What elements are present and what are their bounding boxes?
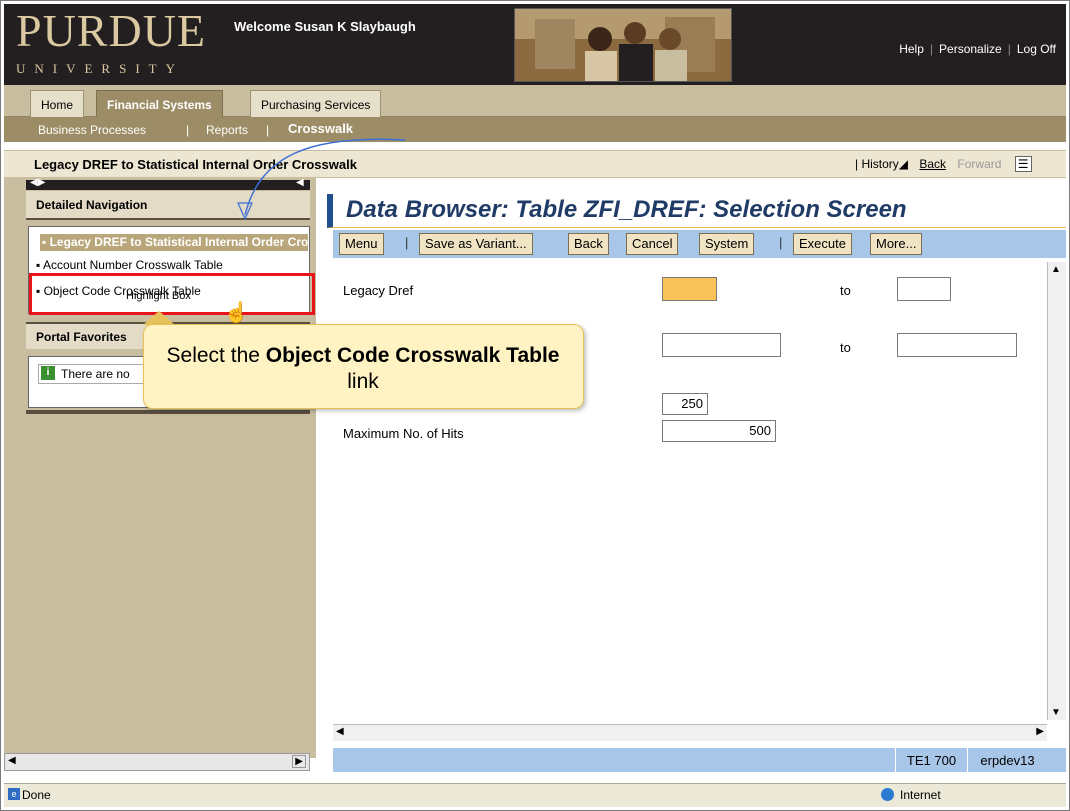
main-scroll-left-icon[interactable]: ◀ [336,726,344,737]
ie-page-icon: e [8,788,20,800]
welcome-message: Welcome Susan K Slaybaugh [234,19,416,34]
execute-button[interactable]: Execute [793,233,852,255]
page-menu-icon[interactable]: ☰ [1014,156,1032,172]
header-photo [514,8,732,82]
nav-item-account-number[interactable]: ▪ Account Number Crosswalk Table [36,258,223,272]
log-off-link[interactable]: Log Off [1017,42,1056,56]
more-button[interactable]: More... [870,233,923,255]
menu-button[interactable]: Menu [339,233,384,255]
scroll-left-icon[interactable]: ◀ [8,755,16,766]
info-icon: i [41,366,55,380]
left-pane-divider [26,410,310,414]
back-button[interactable]: Back [568,233,609,255]
browser-zone-text: Internet [900,788,941,802]
hand-cursor-icon: ☝ [224,302,249,324]
purdue-logo: PURDUE [16,5,207,56]
selection-screen-title: Data Browser: Table ZFI_DREF: Selection … [346,196,907,223]
legacy-dref-to-label: to [840,283,851,298]
system-button[interactable]: System [699,233,755,255]
scroll-down-icon[interactable]: ▼ [1051,707,1061,718]
main-horizontal-scrollbar[interactable]: ◀ ▶ [333,724,1047,741]
left-horizontal-scrollbar[interactable]: ◀ ▶ [4,753,310,771]
scroll-right-icon[interactable]: ▶ [292,755,306,768]
back-link[interactable]: Back [919,157,946,171]
sub-navigation: Business Processes | Reports | Crosswalk [4,117,1066,142]
width-of-output-input[interactable]: 250 [662,393,708,415]
legacy-dref-from-input[interactable] [662,277,717,301]
internet-zone-icon [881,788,894,801]
max-hits-label: Maximum No. of Hits [343,426,464,441]
connector-arrow [237,138,406,221]
main-vertical-scrollbar[interactable]: ▲ ▼ [1047,262,1066,720]
personalize-link[interactable]: Personalize [939,42,1002,56]
browser-status-text: Done [22,788,51,802]
second-field-from-input[interactable] [662,333,781,357]
subnav-business-processes[interactable]: Business Processes [38,123,146,137]
history-link[interactable]: History [861,157,898,171]
legacy-dref-label: Legacy Dref [343,283,414,298]
main-scroll-right-icon[interactable]: ▶ [1036,726,1044,737]
highlight-box-label: Highlight Box [126,290,191,302]
status-host: erpdev13 [967,748,1047,772]
tab-purchasing-services[interactable]: Purchasing Services [250,90,382,117]
forward-link[interactable]: Forward [957,157,1001,171]
tab-home[interactable]: Home [30,90,85,117]
help-link[interactable]: Help [899,42,924,56]
header-links: Help | Personalize | Log Off [899,42,1056,56]
max-hits-input[interactable]: 500 [662,420,776,442]
second-field-to-input[interactable] [897,333,1017,357]
second-field-to-label: to [840,340,851,355]
instruction-text: Select the Object Code Crosswalk Table l… [166,344,560,393]
save-as-variant-button[interactable]: Save as Variant... [419,233,533,255]
purdue-logo-subtitle: UNIVERSITY [16,61,184,76]
legacy-dref-to-input[interactable] [897,277,951,301]
tab-financial-systems[interactable]: Financial Systems [96,90,223,117]
history-navigation: | History◢ Back Forward ☰ [855,156,1032,172]
callout-pointer [143,311,175,325]
scroll-up-icon[interactable]: ▲ [1051,264,1061,275]
status-system: TE1 700 [895,748,967,772]
expand-collapse-icon[interactable]: ◀▶ [30,177,45,188]
cancel-button[interactable]: Cancel [626,233,679,255]
subnav-crosswalk[interactable]: Crosswalk [288,121,353,136]
nav-item-legacy-dref[interactable]: ▪ Legacy DREF to Statistical Internal Or… [40,234,308,251]
